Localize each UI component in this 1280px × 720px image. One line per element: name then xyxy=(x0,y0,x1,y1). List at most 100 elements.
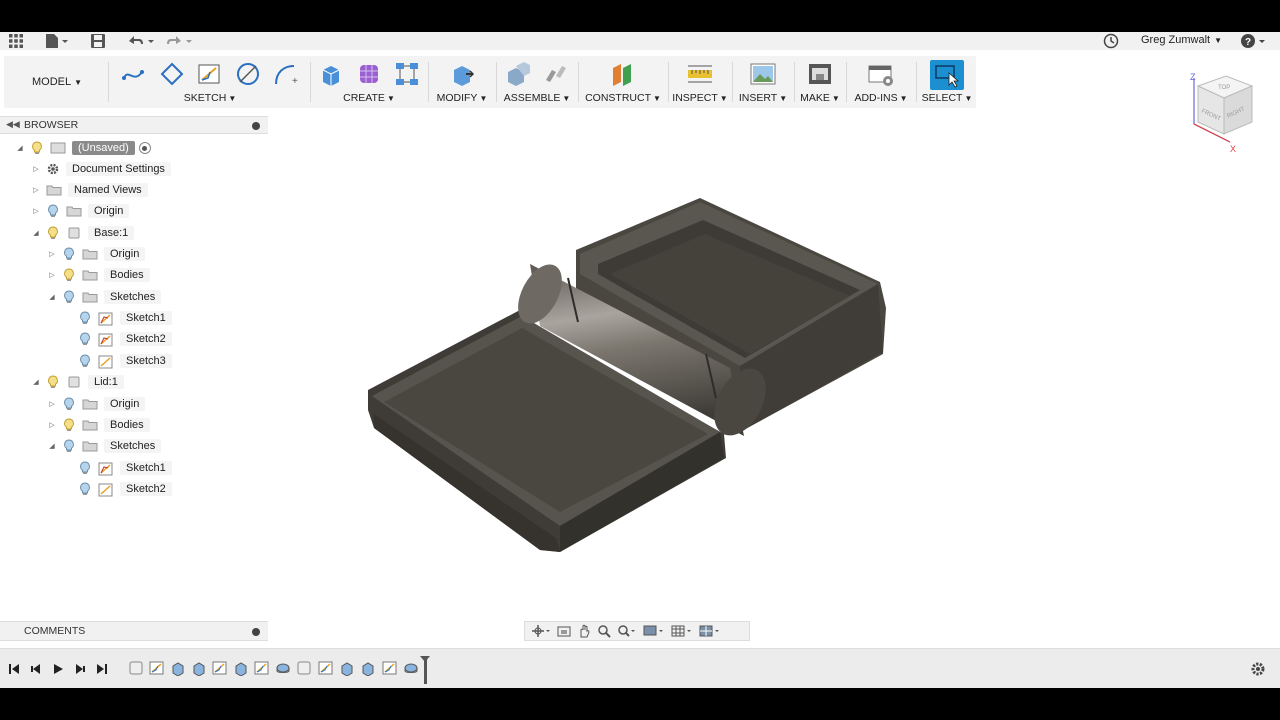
help-icon[interactable]: ? xyxy=(1240,33,1268,49)
arc-tool-icon[interactable]: + xyxy=(272,60,300,88)
expand-triangle-icon[interactable]: ▷ xyxy=(46,271,58,279)
step-back-icon[interactable] xyxy=(30,661,42,677)
timeline-feature-extrude-icon[interactable] xyxy=(339,660,355,677)
timeline-feature-sketch-icon[interactable] xyxy=(318,660,334,676)
timeline-feature-component-icon[interactable] xyxy=(128,660,144,676)
workspace-switcher[interactable]: MODEL ▼ xyxy=(12,76,102,88)
sketch-menu[interactable]: SKETCH ▼ xyxy=(112,92,308,104)
play-icon[interactable] xyxy=(52,661,64,677)
look-at-icon[interactable] xyxy=(557,624,571,638)
timeline-feature-sketch-icon[interactable] xyxy=(254,660,270,676)
visibility-bulb-icon[interactable] xyxy=(62,268,76,282)
extrude-icon[interactable] xyxy=(317,60,345,88)
pan-hand-icon[interactable] xyxy=(577,624,591,638)
visibility-bulb-icon[interactable] xyxy=(78,354,92,368)
visibility-bulb-icon[interactable] xyxy=(46,226,60,240)
save-icon[interactable] xyxy=(90,33,106,49)
new-component-icon[interactable] xyxy=(504,60,532,88)
tree-item-base-origin[interactable]: ▷ Origin xyxy=(46,245,146,263)
display-settings-icon[interactable] xyxy=(643,624,665,638)
create-sketch-icon[interactable] xyxy=(196,60,224,88)
select-menu[interactable]: SELECT ▼ xyxy=(918,92,976,104)
joint-icon[interactable] xyxy=(542,60,570,88)
visibility-bulb-icon[interactable] xyxy=(62,247,76,261)
expand-triangle-icon[interactable]: ◢ xyxy=(46,293,58,301)
tree-item-lid-origin[interactable]: ▷ Origin xyxy=(46,395,146,413)
comments-panel-header[interactable]: COMMENTS xyxy=(0,621,268,641)
timeline-feature-sketch-icon[interactable] xyxy=(382,660,398,676)
tree-item-lid-bodies[interactable]: ▷ Bodies xyxy=(46,416,150,434)
timeline-feature-revolve-icon[interactable] xyxy=(275,660,291,676)
collapse-panel-icon[interactable]: ◀◀ xyxy=(6,119,20,130)
timeline-feature-sketch-icon[interactable] xyxy=(149,660,165,676)
form-icon[interactable] xyxy=(355,60,383,88)
tree-item-lid-sketch1[interactable]: Sketch1 xyxy=(74,459,172,477)
panel-pin-icon[interactable] xyxy=(252,628,260,636)
expand-triangle-icon[interactable]: ◢ xyxy=(14,144,26,152)
tree-item-base-bodies[interactable]: ▷ Bodies xyxy=(46,266,150,284)
activate-radio-icon[interactable] xyxy=(138,142,151,154)
panel-pin-icon[interactable] xyxy=(252,122,260,130)
timeline-feature-extrude-icon[interactable] xyxy=(191,660,207,677)
step-forward-icon[interactable] xyxy=(74,661,86,677)
3d-print-icon[interactable] xyxy=(806,60,834,88)
tree-item-lid-sketch2[interactable]: Sketch2 xyxy=(74,480,172,498)
expand-triangle-icon[interactable]: ▷ xyxy=(46,250,58,258)
timeline-feature-component-icon[interactable] xyxy=(296,660,312,676)
redo-icon[interactable] xyxy=(164,33,194,49)
tree-item-base[interactable]: ◢ Base:1 xyxy=(30,224,135,242)
tree-item-base-sketch3[interactable]: Sketch3 xyxy=(74,352,172,370)
timeline-feature-extrude-icon[interactable] xyxy=(233,660,249,677)
expand-triangle-icon[interactable]: ◢ xyxy=(46,442,58,450)
apps-grid-icon[interactable] xyxy=(8,33,24,49)
visibility-bulb-icon[interactable] xyxy=(78,332,92,346)
fit-zoom-icon[interactable] xyxy=(617,624,637,638)
expand-triangle-icon[interactable]: ◢ xyxy=(30,229,42,237)
expand-triangle-icon[interactable]: ▷ xyxy=(46,400,58,408)
view-cube[interactable]: Z X TOP FRONT RIGHT xyxy=(1186,72,1258,154)
job-status-clock-icon[interactable] xyxy=(1103,33,1119,49)
tree-item-origin[interactable]: ▷ Origin xyxy=(30,202,130,220)
insert-image-icon[interactable] xyxy=(749,60,777,88)
timeline-feature-extrude-icon[interactable] xyxy=(360,660,376,677)
visibility-bulb-icon[interactable] xyxy=(62,418,76,432)
undo-icon[interactable] xyxy=(126,33,156,49)
file-menu-icon[interactable] xyxy=(44,33,68,49)
user-account-menu[interactable]: Greg Zumwalt ▼ xyxy=(1141,34,1222,46)
create-menu[interactable]: CREATE ▼ xyxy=(312,92,426,104)
go-to-end-icon[interactable] xyxy=(96,661,108,677)
visibility-bulb-icon[interactable] xyxy=(62,397,76,411)
addins-menu[interactable]: ADD-INS ▼ xyxy=(848,92,914,104)
offset-plane-icon[interactable] xyxy=(609,60,637,88)
scripts-addins-icon[interactable] xyxy=(867,60,895,88)
inspect-menu[interactable]: INSPECT ▼ xyxy=(670,92,730,104)
grid-settings-icon[interactable] xyxy=(671,624,693,638)
tree-item-base-sketches[interactable]: ◢ Sketches xyxy=(46,288,162,306)
insert-menu[interactable]: INSERT ▼ xyxy=(734,92,792,104)
visibility-bulb-icon[interactable] xyxy=(46,375,60,389)
viewports-icon[interactable] xyxy=(699,624,721,638)
go-to-start-icon[interactable] xyxy=(8,661,20,677)
expand-triangle-icon[interactable]: ▷ xyxy=(46,421,58,429)
expand-triangle-icon[interactable]: ▷ xyxy=(30,165,42,173)
make-menu[interactable]: MAKE ▼ xyxy=(796,92,844,104)
visibility-bulb-icon[interactable] xyxy=(78,311,92,325)
visibility-bulb-icon[interactable] xyxy=(30,141,44,155)
visibility-bulb-icon[interactable] xyxy=(62,439,76,453)
visibility-bulb-icon[interactable] xyxy=(46,204,60,218)
rectangle-tool-icon[interactable] xyxy=(158,60,186,88)
construct-menu[interactable]: CONSTRUCT ▼ xyxy=(580,92,666,104)
expand-triangle-icon[interactable]: ▷ xyxy=(30,207,42,215)
visibility-bulb-icon[interactable] xyxy=(78,461,92,475)
orbit-icon[interactable] xyxy=(531,624,551,638)
timeline-feature-sketch-icon[interactable] xyxy=(212,660,228,676)
visibility-bulb-icon[interactable] xyxy=(62,290,76,304)
assemble-menu[interactable]: ASSEMBLE ▼ xyxy=(498,92,576,104)
tree-item-named-views[interactable]: ▷ Named Views xyxy=(30,181,148,199)
hinged-box-model[interactable] xyxy=(0,114,1280,648)
viewport-canvas[interactable] xyxy=(0,114,1280,648)
modify-menu[interactable]: MODIFY ▼ xyxy=(430,92,494,104)
tree-item-base-sketch1[interactable]: Sketch1 xyxy=(74,309,172,327)
measure-icon[interactable] xyxy=(686,60,714,88)
timeline-marker[interactable] xyxy=(420,656,430,684)
